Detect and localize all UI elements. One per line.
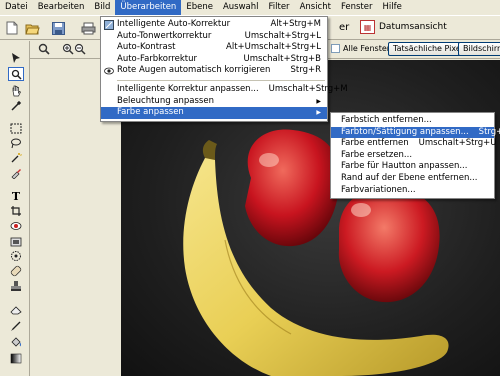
submenu-item-remove-color[interactable]: Farbe entfernen Umschalt+Strg+U (331, 138, 497, 150)
menu-item-auto-contrast[interactable]: Auto-Kontrast Alt+Umschalt+Strg+L (101, 42, 327, 54)
menu-ansicht[interactable]: Ansicht (295, 0, 336, 15)
enhance-menu: Intelligente Auto-Korrektur Alt+Strg+M Au… (100, 16, 348, 122)
date-view-button[interactable]: ▦ Datumsansicht (360, 20, 447, 34)
save-icon[interactable] (50, 20, 66, 36)
menu-ueberarbeiten[interactable]: Überarbeiten (115, 0, 182, 15)
checkbox-box (331, 44, 340, 53)
gradient-tool-icon[interactable] (8, 351, 24, 365)
submenu-item-remove-color-cast[interactable]: Farbstich entfernen... (331, 115, 494, 127)
print-icon[interactable] (80, 20, 96, 36)
cookie-cutter-tool-icon[interactable] (8, 234, 24, 248)
all-windows-checkbox[interactable]: Alle Fenster (331, 44, 390, 53)
marquee-tool-icon[interactable] (8, 121, 24, 135)
zoom-tool-icon[interactable] (36, 41, 52, 57)
move-tool-icon[interactable] (8, 51, 24, 65)
submenu-item-color-variations[interactable]: Farbvariationen... (331, 185, 494, 197)
actual-pixels-button[interactable]: Tatsächliche Pixel (388, 42, 469, 56)
submenu-item-replace-color[interactable]: Farbe ersetzen... (331, 150, 494, 162)
magic-wand-tool-icon[interactable] (8, 151, 24, 165)
spot-healing-tool-icon[interactable] (8, 249, 24, 263)
menu-auswahl[interactable]: Auswahl (218, 0, 264, 15)
adjust-color-submenu: Farbstich entfernen... Farbton/Sättigung… (330, 112, 500, 200)
submenu-item-hue-saturation[interactable]: Farbton/Sättigung anpassen...Strg+U (331, 126, 500, 139)
submenu-item-defringe[interactable]: Rand auf der Ebene entfernen... (331, 173, 494, 185)
auto-fix-icon (104, 20, 114, 30)
menu-item-auto-levels[interactable]: Auto-Tonwertkorrektur Umschalt+Strg+L (101, 31, 327, 43)
menu-item-adjust-color[interactable]: Farbe anpassen ▶ (101, 107, 327, 119)
all-windows-label: Alle Fenster (343, 44, 391, 53)
open-folder-icon[interactable] (24, 20, 40, 36)
healing-brush-tool-icon[interactable] (8, 264, 24, 278)
date-view-label: Datumsansicht (379, 22, 447, 32)
menu-item-adjust-lighting[interactable]: Beleuchtung anpassen ▶ (101, 96, 327, 108)
menu-datei[interactable]: Datei (0, 0, 33, 15)
toolbar-partial-label: er (339, 22, 350, 33)
new-file-icon[interactable] (4, 20, 20, 36)
crop-tool-icon[interactable] (8, 204, 24, 218)
menu-ebene[interactable]: Ebene (181, 0, 218, 15)
calendar-icon: ▦ (360, 20, 375, 34)
eye-icon (104, 66, 114, 76)
red-eye-tool-icon[interactable] (8, 219, 24, 233)
type-tool-icon[interactable]: T (8, 189, 24, 203)
lasso-tool-icon[interactable] (8, 136, 24, 150)
submenu-arrow-icon: ▶ (316, 109, 321, 117)
fit-screen-button[interactable]: Bildschirmg (458, 42, 500, 56)
menu-item-adjust-smart-fix[interactable]: Intelligente Korrektur anpassen... Umscha… (101, 84, 348, 96)
menu-filter[interactable]: Filter (264, 0, 295, 15)
zoom-tool-palette-icon[interactable] (8, 67, 24, 81)
menu-separator (117, 79, 325, 81)
brush-tool-icon[interactable] (8, 319, 24, 333)
paint-bucket-tool-icon[interactable] (8, 335, 24, 349)
menu-bearbeiten[interactable]: Bearbeiten (33, 0, 90, 15)
submenu-arrow-icon: ▶ (316, 97, 321, 105)
tool-palette: T (0, 41, 30, 376)
zoom-out-icon[interactable] (72, 41, 88, 57)
clone-stamp-tool-icon[interactable] (8, 279, 24, 293)
submenu-item-skin-tone[interactable]: Farbe für Hautton anpassen... (331, 161, 494, 173)
menu-bar: Datei Bearbeiten Bild Überarbeiten Ebene… (0, 0, 500, 16)
menu-item-red-eye[interactable]: Rote Augen automatisch korrigieren Strg+R (101, 65, 327, 77)
hand-tool-icon[interactable] (8, 84, 24, 98)
eraser-tool-icon[interactable] (8, 303, 24, 317)
selection-brush-tool-icon[interactable] (8, 166, 24, 180)
menu-bild[interactable]: Bild (89, 0, 115, 15)
menu-hilfe[interactable]: Hilfe (377, 0, 406, 15)
menu-item-auto-color[interactable]: Auto-Farbkorrektur Umschalt+Strg+B (101, 54, 327, 66)
menu-item-smart-fix[interactable]: Intelligente Auto-Korrektur Alt+Strg+M (101, 19, 327, 31)
eyedropper-tool-icon[interactable] (8, 99, 24, 113)
menu-fenster[interactable]: Fenster (336, 0, 378, 15)
